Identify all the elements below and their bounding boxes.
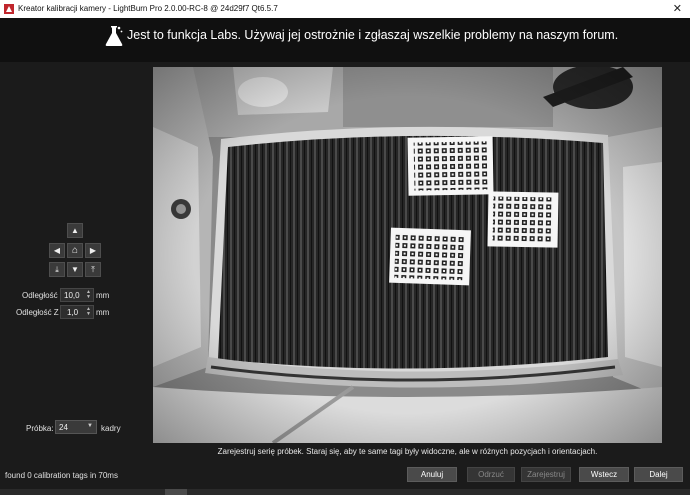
cancel-button[interactable]: Anuluj	[407, 467, 457, 482]
distance-z-label: Odległość Z	[16, 308, 59, 317]
spin-arrows-icon[interactable]: ▲ ▼	[85, 290, 92, 300]
distance-z-spinbox[interactable]: 1,0 ▲ ▼	[60, 305, 94, 319]
lightburn-logo-icon	[4, 4, 14, 14]
close-icon[interactable]: ✕	[673, 2, 682, 15]
jog-left-button[interactable]: ◀	[49, 243, 65, 258]
distance-z-value: 1,0	[67, 308, 79, 317]
sample-count-select[interactable]: 24 ▼	[55, 420, 97, 434]
chevron-down-icon: ▼	[87, 423, 93, 429]
labs-banner: Jest to funkcja Labs. Używaj jej ostrożn…	[0, 18, 690, 62]
camera-image	[153, 67, 662, 443]
reject-button[interactable]: Odrzuć	[467, 467, 515, 482]
distance-spinbox[interactable]: 10,0 ▲ ▼	[60, 288, 94, 302]
sample-label: Próbka:	[26, 424, 54, 433]
sample-unit: kadry	[101, 424, 121, 433]
camera-preview	[153, 67, 662, 443]
jog-down-stop-button[interactable]: ⤓	[49, 262, 65, 277]
window-titlebar: Kreator kalibracji kamery - LightBurn Pr…	[0, 0, 690, 18]
jog-down-button[interactable]: ▼	[67, 262, 83, 277]
jog-home-button[interactable]: ⌂	[67, 243, 83, 258]
jog-up-stop-button[interactable]: ⤒	[85, 262, 101, 277]
jog-right-button[interactable]: ▶	[85, 243, 101, 258]
labs-warning-text: Jest to funkcja Labs. Używaj jej ostrożn…	[127, 28, 619, 42]
spin-arrows-icon[interactable]: ▲ ▼	[85, 307, 92, 317]
bottom-scroll-strip	[0, 489, 690, 495]
flask-icon	[105, 26, 123, 46]
distance-value: 10,0	[64, 291, 80, 300]
window-title: Kreator kalibracji kamery - LightBurn Pr…	[18, 4, 278, 13]
sample-count-value: 24	[59, 423, 68, 432]
distance-unit: mm	[96, 291, 110, 300]
scroll-handle[interactable]	[165, 489, 187, 495]
jog-up-button[interactable]: ▲	[67, 223, 83, 238]
next-button[interactable]: Dalej	[634, 467, 683, 482]
jog-pad: ▲ ◀ ⌂ ▶ ⤓ ▼ ⤒	[46, 223, 104, 277]
distance-z-unit: mm	[96, 308, 110, 317]
distance-label: Odległość	[22, 291, 58, 300]
back-button[interactable]: Wstecz	[579, 467, 629, 482]
instructions-text: Zarejestruj serię próbek. Staraj się, ab…	[217, 447, 598, 456]
register-button[interactable]: Zarejestruj	[521, 467, 571, 482]
status-text: found 0 calibration tags in 70ms	[5, 471, 118, 480]
